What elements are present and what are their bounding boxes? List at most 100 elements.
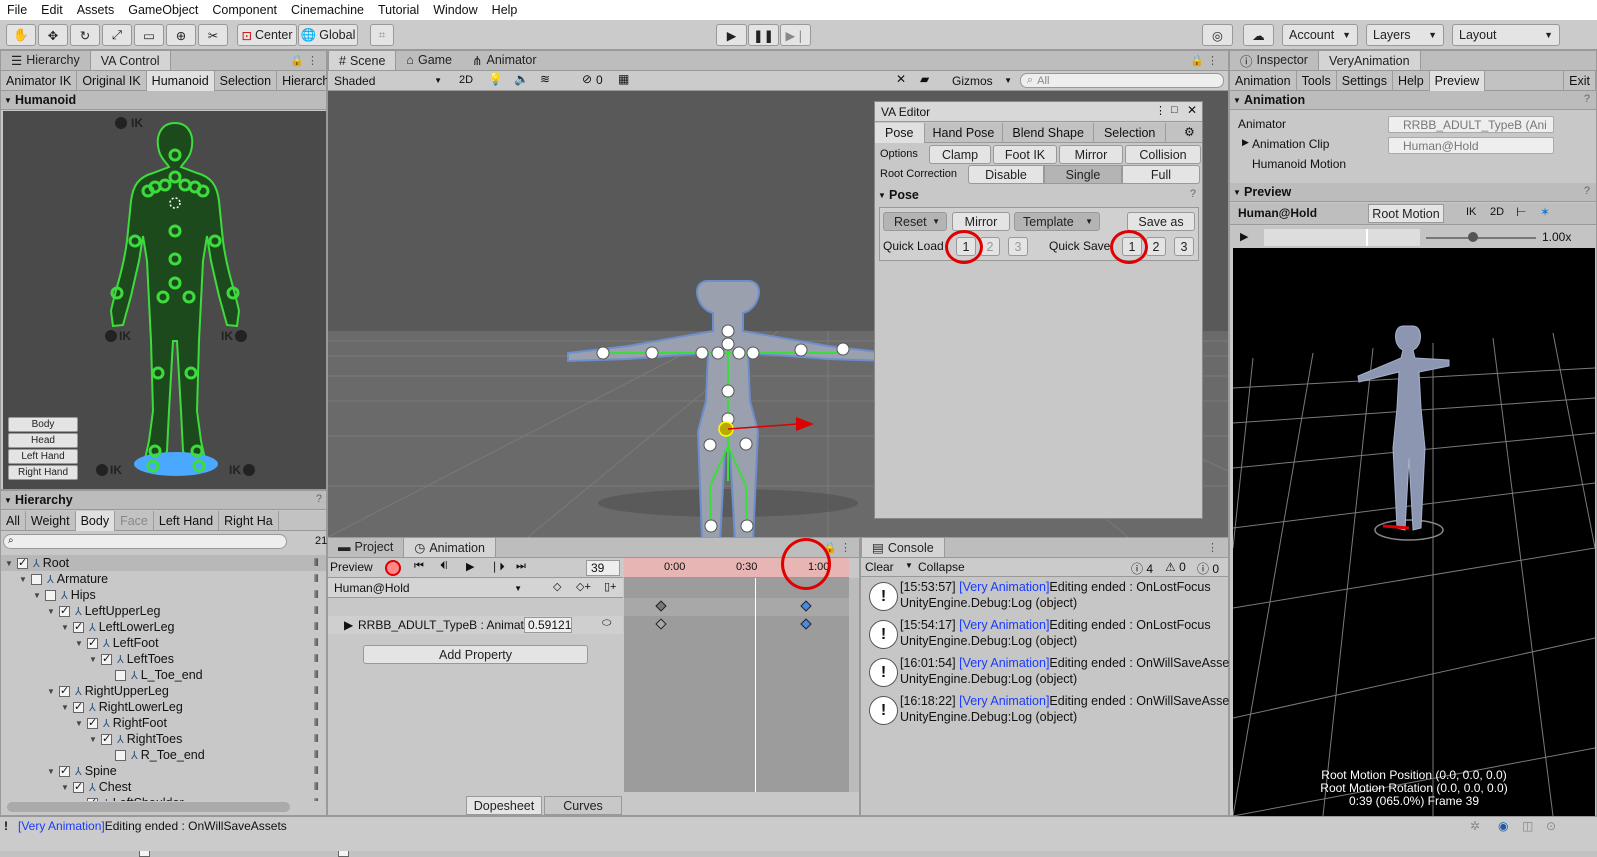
- expand-arrow-icon[interactable]: ▼: [75, 719, 87, 728]
- bone-checkbox[interactable]: [31, 573, 42, 585]
- menu-window[interactable]: Window: [426, 3, 484, 17]
- scale-tool-icon[interactable]: ⤢: [102, 24, 132, 46]
- subtab-selection[interactable]: Selection: [215, 71, 278, 91]
- tree-row[interactable]: ▼ ⅄Spine ⦀: [1, 763, 326, 779]
- error-count[interactable]: ⓘ 0: [1197, 560, 1219, 577]
- bone-search-input[interactable]: ⌕: [3, 534, 287, 549]
- tab-hierarchy[interactable]: ☰ Hierarchy: [1, 50, 90, 70]
- status-message[interactable]: [Very Animation]Editing ended : OnWillSa…: [18, 819, 287, 833]
- subtab-original-ik[interactable]: Original IK: [77, 71, 147, 91]
- move-tool-icon[interactable]: ✥: [38, 24, 68, 46]
- bone-handle-icon[interactable]: ⦀: [314, 686, 318, 697]
- property-value-input[interactable]: 0.59121: [524, 617, 572, 633]
- tools-icon[interactable]: ✕: [896, 72, 906, 86]
- expand-arrow-icon[interactable]: ▼: [5, 559, 17, 568]
- bone-handle-icon[interactable]: ⦀: [314, 718, 318, 729]
- close-icon[interactable]: ✕: [1187, 103, 1197, 117]
- tree-row[interactable]: ▼ ⅄LeftFoot ⦀: [1, 635, 326, 651]
- console-log-entry[interactable]: ! [15:53:57] [Very Animation]Editing ende…: [866, 580, 1228, 618]
- tab-game[interactable]: ⌂ Game: [396, 50, 462, 70]
- mirror-option-button[interactable]: Mirror: [1059, 145, 1123, 164]
- clip-dropdown[interactable]: Human@Hold ▼: [330, 580, 526, 596]
- bone-handle-icon[interactable]: ⦀: [314, 750, 318, 761]
- kebab-icon[interactable]: ⋮: [840, 541, 851, 554]
- subtab-preview[interactable]: Preview: [1429, 71, 1486, 91]
- lock-icon[interactable]: 🔒: [1190, 54, 1204, 67]
- gear-icon[interactable]: ⚙: [1184, 125, 1195, 139]
- dopesheet-area[interactable]: [624, 578, 849, 792]
- tree-row[interactable]: ▼ ⅄LeftToes ⦀: [1, 651, 326, 667]
- subtab-animator-ik[interactable]: Animator IK: [1, 71, 78, 91]
- tree-row[interactable]: ▼ ⅄LeftLowerLeg ⦀: [1, 619, 326, 635]
- chevron-down-icon[interactable]: ▼: [905, 561, 913, 570]
- quick-load-2-button[interactable]: 2: [980, 237, 1000, 256]
- bone-handle-icon[interactable]: ⦀: [314, 782, 318, 793]
- template-dropdown[interactable]: Template ▼: [1014, 212, 1100, 231]
- tab-blend-shape[interactable]: Blend Shape: [1003, 123, 1094, 143]
- speed-slider-knob[interactable]: [1468, 232, 1478, 242]
- bone-checkbox[interactable]: [45, 589, 56, 601]
- reset-dropdown[interactable]: Reset ▼: [883, 212, 947, 231]
- menu-cinemachine[interactable]: Cinemachine: [284, 3, 371, 17]
- subtab-help[interactable]: Help: [1393, 71, 1430, 91]
- 2d-toggle[interactable]: 2D: [454, 72, 478, 89]
- bone-checkbox[interactable]: [73, 620, 84, 633]
- pivot-global-toggle[interactable]: 🌐 Global: [298, 24, 358, 46]
- kebab-icon[interactable]: ⋮: [1155, 104, 1166, 117]
- tree-row[interactable]: ▼ ⅄LeftUpperLeg ⦀: [1, 603, 326, 619]
- help-icon[interactable]: ?: [1584, 93, 1590, 105]
- bone-checkbox[interactable]: [87, 796, 98, 801]
- filter-left-hand[interactable]: Left Hand: [154, 511, 220, 531]
- record-button[interactable]: [385, 560, 401, 576]
- console-clear-button[interactable]: Clear: [865, 560, 894, 574]
- database-icon[interactable]: ◉: [1498, 819, 1508, 833]
- timeline-vscrollbar[interactable]: [849, 578, 859, 792]
- bone-handle-icon[interactable]: ⦀: [314, 590, 318, 601]
- bone-handle-icon[interactable]: ⦀: [314, 574, 318, 585]
- last-frame-icon[interactable]: ⏭: [516, 560, 526, 573]
- filter-all[interactable]: All: [1, 511, 26, 531]
- tab-console[interactable]: ▤ Console: [861, 537, 945, 557]
- layers-dropdown[interactable]: Layers ▼: [1366, 24, 1444, 46]
- tree-row[interactable]: ▼ ⅄Root ⦀: [1, 555, 326, 571]
- add-property-button[interactable]: Add Property: [363, 645, 588, 664]
- select-right-hand-button[interactable]: Right Hand: [8, 465, 78, 480]
- tree-row[interactable]: ⅄ R_Toe_end ⦀: [1, 747, 326, 763]
- expand-arrow-icon[interactable]: ▼: [75, 799, 87, 802]
- mirror-pose-button[interactable]: Mirror: [952, 212, 1010, 231]
- expand-arrow-icon[interactable]: ▼: [47, 767, 59, 776]
- subtab-tools[interactable]: Tools: [1297, 71, 1337, 91]
- bone-handle-icon[interactable]: ⦀: [314, 606, 318, 617]
- bone-checkbox[interactable]: [73, 700, 84, 713]
- tab-veryanimation[interactable]: VeryAnimation: [1317, 50, 1421, 70]
- next-frame-icon[interactable]: ❘⏵: [490, 560, 505, 574]
- quick-save-2-button[interactable]: 2: [1146, 237, 1166, 256]
- avatar-icon[interactable]: ✶: [1540, 205, 1550, 219]
- layout-dropdown[interactable]: Layout ▼: [1452, 24, 1560, 46]
- foot-ik-button[interactable]: Foot IK: [993, 145, 1057, 164]
- kebab-icon[interactable]: ⋮: [1207, 541, 1218, 554]
- select-left-hand-button[interactable]: Left Hand: [8, 449, 78, 464]
- preview-toggle[interactable]: Preview: [330, 559, 380, 576]
- subtab-humanoid[interactable]: Humanoid: [146, 71, 215, 91]
- first-frame-icon[interactable]: ⏮: [414, 560, 424, 573]
- bone-handle-icon[interactable]: ⦀: [314, 670, 318, 681]
- root-full-button[interactable]: Full: [1122, 165, 1200, 184]
- curves-button[interactable]: Curves: [544, 796, 622, 815]
- tree-hscrollbar[interactable]: [7, 802, 290, 812]
- info-count[interactable]: ⓘ 4: [1131, 560, 1153, 577]
- bone-checkbox[interactable]: [115, 749, 126, 761]
- save-as-button[interactable]: Save as: [1127, 212, 1195, 231]
- tree-row[interactable]: ⅄ L_Toe_end ⦀: [1, 667, 326, 683]
- dopesheet-button[interactable]: Dopesheet: [466, 796, 542, 815]
- expand-arrow-icon[interactable]: ▼: [19, 575, 31, 584]
- effects-icon[interactable]: ≋: [540, 72, 550, 86]
- menu-tutorial[interactable]: Tutorial: [371, 3, 426, 17]
- bone-checkbox[interactable]: [59, 604, 70, 617]
- expand-arrow-icon[interactable]: ▼: [75, 639, 87, 648]
- tab-animator[interactable]: ⋔ Animator: [462, 50, 547, 70]
- tree-row[interactable]: ▼ ⅄ Armature ⦀: [1, 571, 326, 587]
- rect-tool-icon[interactable]: ▭: [134, 24, 164, 46]
- play-icon[interactable]: ▶: [1240, 230, 1248, 243]
- keyframe[interactable]: [800, 618, 812, 630]
